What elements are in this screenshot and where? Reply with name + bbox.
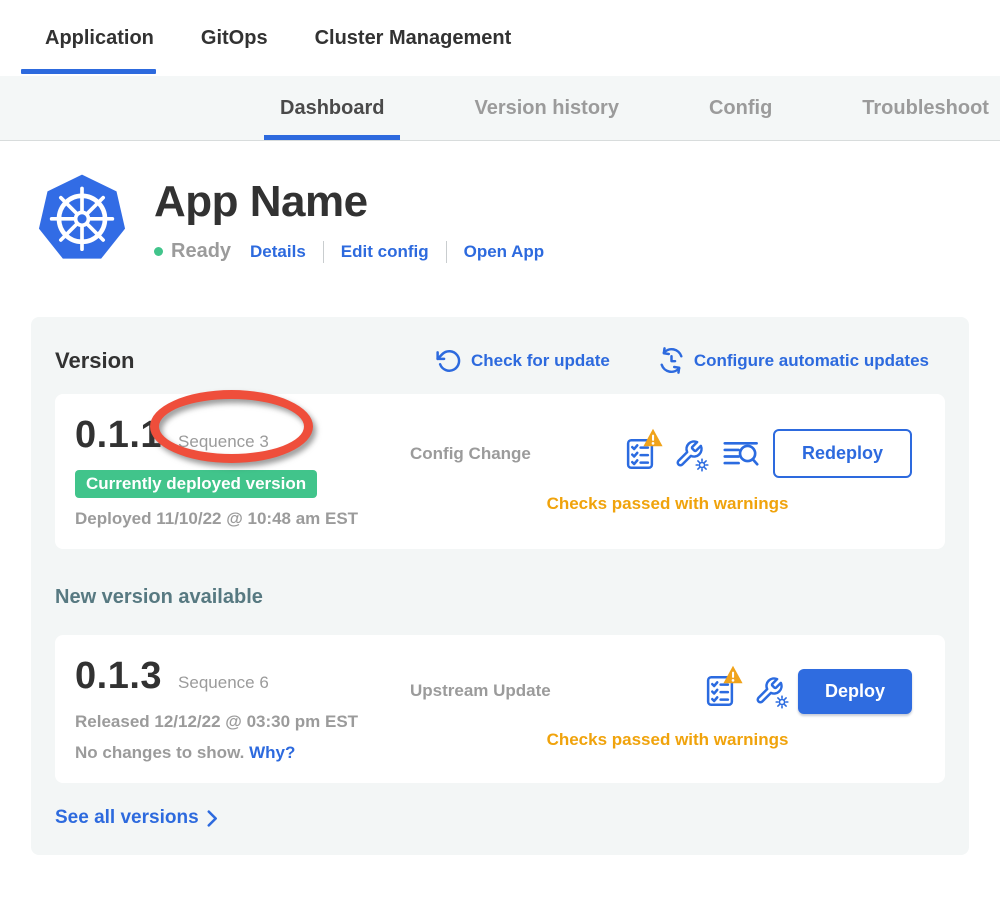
app-header: App Name Ready Details Edit config Open … (0, 141, 1000, 263)
view-files-diff-icon[interactable] (723, 439, 759, 468)
check-for-update-link[interactable]: Check for update (436, 348, 610, 374)
divider (323, 241, 324, 263)
version-panel-header: Version Check for update (55, 347, 945, 374)
new-version-actions: Upstream Update (410, 655, 925, 763)
released-timestamp: Released 12/12/22 @ 03:30 pm EST (75, 712, 410, 732)
version-heading: Version (55, 348, 134, 374)
kubernetes-logo-icon (36, 171, 128, 263)
preflight-checklist-icon[interactable] (705, 674, 735, 708)
app-status-row: Ready Details Edit config Open App (154, 240, 544, 263)
top-nav: Application GitOps Cluster Management (0, 0, 1000, 76)
details-link[interactable]: Details (250, 242, 306, 262)
app-status-label: Ready (171, 240, 231, 263)
deployed-timestamp: Deployed 11/10/22 @ 10:48 am EST (75, 509, 410, 529)
new-version-heading: New version available (55, 586, 945, 609)
current-version-info: 0.1.1 Sequence 3 Currently deployed vers… (75, 414, 410, 529)
preflight-checklist-icon[interactable] (625, 437, 655, 471)
new-version-icon-group (705, 674, 784, 708)
config-wrench-icon[interactable] (674, 439, 704, 469)
tab-dashboard[interactable]: Dashboard (280, 76, 384, 140)
refresh-icon (436, 348, 462, 374)
currently-deployed-badge: Currently deployed version (75, 470, 317, 498)
open-app-link[interactable]: Open App (464, 242, 545, 262)
auto-update-clock-icon (658, 347, 685, 374)
app-title: App Name (154, 177, 544, 227)
new-version-source: Upstream Update (410, 681, 551, 701)
tab-troubleshoot[interactable]: Troubleshoot (862, 76, 989, 140)
top-tab-application[interactable]: Application (45, 0, 154, 76)
configure-automatic-updates-label: Configure automatic updates (694, 351, 929, 371)
no-changes-line: No changes to show. Why? (75, 743, 410, 763)
current-version-number: 0.1.1 (75, 414, 162, 457)
see-all-versions-link[interactable]: See all versions (55, 807, 218, 829)
divider (446, 241, 447, 263)
version-row: 0.1.3 Sequence 6 (75, 655, 410, 698)
version-actions: Check for update Configure automatic upd… (436, 347, 929, 374)
ready-status-dot (154, 247, 163, 256)
no-changes-text: No changes to show. (75, 743, 244, 762)
configure-automatic-updates-link[interactable]: Configure automatic updates (658, 347, 929, 374)
edit-config-link[interactable]: Edit config (341, 242, 429, 262)
new-version-card: 0.1.3 Sequence 6 Released 12/12/22 @ 03:… (55, 635, 945, 783)
chevron-right-icon (207, 810, 218, 827)
current-preflight-status: Checks passed with warnings (410, 494, 925, 514)
current-version-sequence: Sequence 3 (178, 432, 269, 452)
see-all-versions-label: See all versions (55, 807, 199, 829)
why-link[interactable]: Why? (249, 743, 295, 762)
page: Application GitOps Cluster Management Da… (0, 0, 1000, 898)
new-version-info: 0.1.3 Sequence 6 Released 12/12/22 @ 03:… (75, 655, 410, 763)
top-tab-gitops[interactable]: GitOps (201, 0, 268, 76)
gear-icon (775, 695, 789, 709)
tab-config[interactable]: Config (709, 76, 772, 140)
config-wrench-icon[interactable] (754, 676, 784, 706)
check-for-update-label: Check for update (471, 351, 610, 371)
redeploy-button[interactable]: Redeploy (773, 429, 912, 478)
new-preflight-status: Checks passed with warnings (410, 730, 925, 750)
current-version-actions: Config Change (410, 414, 925, 529)
sub-nav: Dashboard Version history Config Trouble… (0, 76, 1000, 141)
app-header-text: App Name Ready Details Edit config Open … (154, 171, 544, 263)
warning-triangle-icon (643, 428, 663, 447)
current-version-icon-group (625, 437, 759, 471)
version-row: 0.1.1 Sequence 3 (75, 414, 410, 457)
current-version-card: 0.1.1 Sequence 3 Currently deployed vers… (55, 394, 945, 549)
current-version-source: Config Change (410, 444, 531, 464)
new-version-sequence: Sequence 6 (178, 673, 269, 693)
tab-version-history[interactable]: Version history (474, 76, 619, 140)
new-version-number: 0.1.3 (75, 655, 162, 698)
version-panel: Version Check for update (31, 317, 969, 855)
deploy-button[interactable]: Deploy (798, 669, 912, 714)
warning-triangle-icon (723, 665, 743, 684)
gear-icon (695, 458, 709, 472)
top-tab-cluster-management[interactable]: Cluster Management (315, 0, 512, 76)
